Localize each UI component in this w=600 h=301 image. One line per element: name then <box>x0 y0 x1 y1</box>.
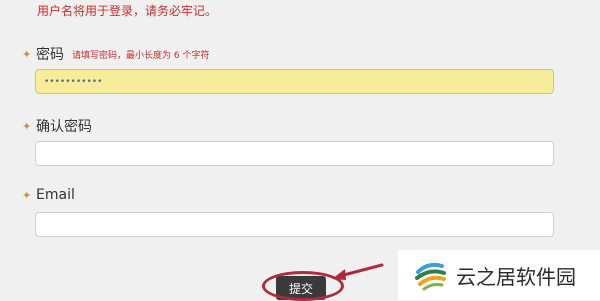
watermark: 云之居软件园 <box>398 250 600 300</box>
confirm-password-field[interactable] <box>35 141 554 166</box>
password-label: 密码 <box>36 47 64 63</box>
confirm-password-label-row: ✦ 确认密码 <box>22 116 92 136</box>
required-star-icon: ✦ <box>22 119 32 133</box>
password-label-row: ✦ 密码 请填写密码，最小长度为 6 个字符 <box>22 44 209 64</box>
username-hint: 用户名将用于登录，请务必牢记。 <box>37 4 218 18</box>
email-label-row: ✦ Email <box>22 187 75 203</box>
submit-button[interactable]: 提交 <box>276 276 326 300</box>
required-star-icon: ✦ <box>22 47 32 61</box>
required-star-icon: ✦ <box>22 188 32 202</box>
watermark-text: 云之居软件园 <box>456 264 576 289</box>
email-label: Email <box>36 187 75 203</box>
logo-icon <box>415 262 446 291</box>
email-field[interactable] <box>35 212 554 237</box>
confirm-password-label: 确认密码 <box>36 119 92 135</box>
password-hint: 请填写密码，最小长度为 6 个字符 <box>72 50 210 61</box>
password-field[interactable] <box>35 69 554 94</box>
arrow-icon <box>332 263 384 280</box>
